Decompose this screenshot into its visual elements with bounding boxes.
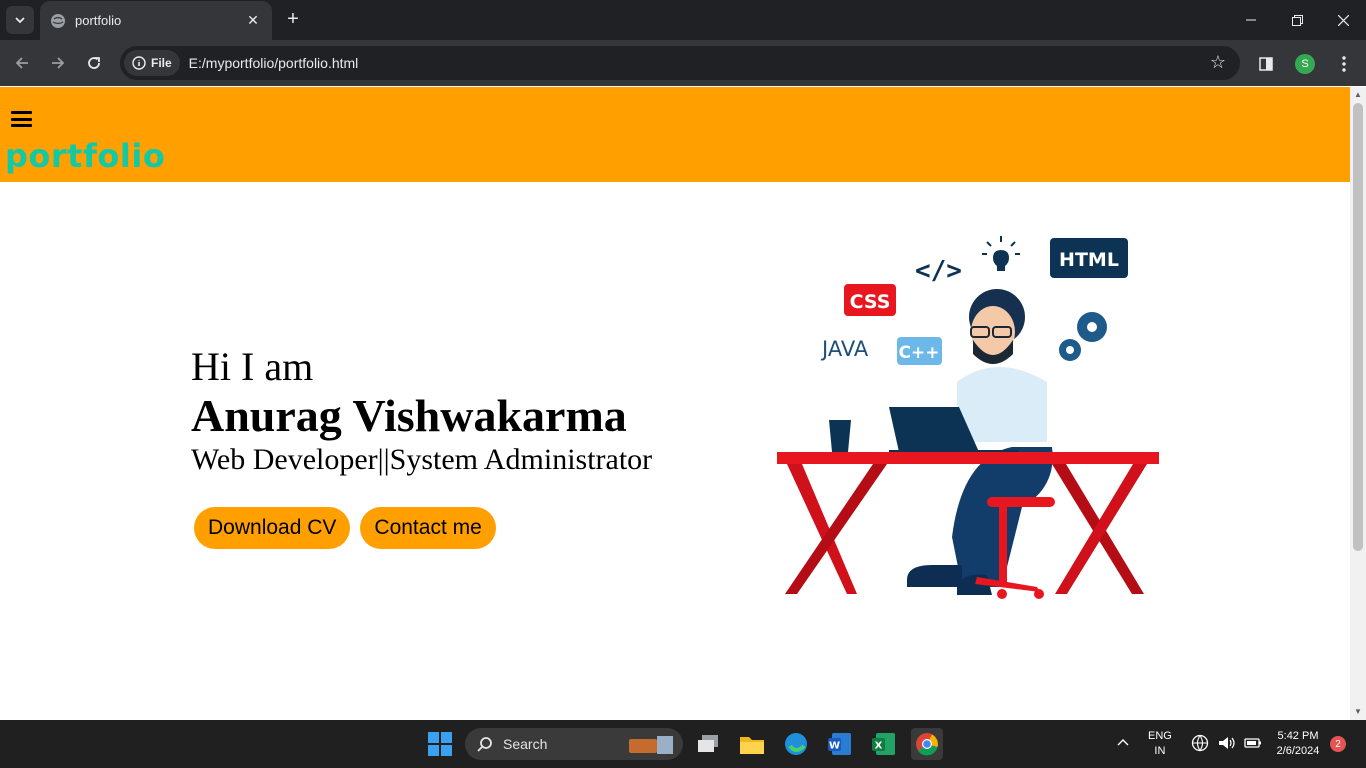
bookmark-star-icon[interactable]: ☆	[1210, 52, 1226, 73]
chevron-up-icon	[1117, 739, 1129, 746]
arrow-left-icon	[15, 57, 28, 69]
taskbar-search[interactable]: Search	[465, 728, 683, 760]
arrow-right-icon	[52, 57, 65, 69]
chip-label: File	[151, 56, 172, 70]
developer-illustration: </> HTML CSS JAVA C++	[777, 236, 1159, 599]
search-icon	[477, 737, 492, 752]
restore-icon	[1291, 14, 1303, 26]
language-indicator[interactable]: ENG IN	[1148, 729, 1172, 759]
avatar: S	[1295, 54, 1315, 74]
address-bar[interactable]: File E:/myportfolio/portfolio.html ☆	[120, 46, 1240, 80]
new-tab-button[interactable]: +	[282, 9, 304, 31]
java-label: JAVA	[820, 337, 869, 361]
forward-button[interactable]	[45, 50, 71, 76]
side-panel-icon	[1259, 57, 1273, 71]
page-scrollbar[interactable]: ▲ ▼	[1350, 87, 1366, 720]
search-placeholder: Search	[503, 736, 548, 752]
coffee-mug-icon	[829, 420, 851, 452]
word-button[interactable]: W	[824, 728, 856, 760]
globe-icon	[51, 13, 65, 28]
svg-text:W: W	[829, 741, 840, 752]
profile-button[interactable]: S	[1293, 52, 1317, 76]
chrome-icon	[916, 733, 938, 756]
html-badge-label: HTML	[1059, 249, 1119, 271]
download-cv-button[interactable]: Download CV	[194, 507, 351, 549]
show-hidden-icons-button[interactable]	[1117, 736, 1129, 751]
hamburger-menu-icon[interactable]	[11, 111, 32, 127]
hero-buttons: Download CV Contact me	[194, 507, 496, 549]
tab-search-button[interactable]	[6, 6, 34, 34]
code-brackets-label: </>	[915, 256, 962, 286]
excel-icon: X	[872, 733, 895, 755]
windows-logo-icon	[428, 732, 452, 756]
volume-icon	[1219, 737, 1235, 749]
clock-time: 5:42 PM	[1277, 730, 1319, 742]
url-text[interactable]: E:/myportfolio/portfolio.html	[189, 55, 359, 71]
reload-icon	[88, 57, 100, 69]
scroll-down-arrow-icon[interactable]: ▼	[1353, 707, 1363, 717]
system-tray-icons[interactable]	[1191, 734, 1263, 752]
restore-button[interactable]	[1274, 0, 1320, 40]
browser-toolbar: File E:/myportfolio/portfolio.html ☆ S	[0, 40, 1366, 86]
edge-icon	[785, 733, 807, 755]
back-button[interactable]	[9, 50, 35, 76]
network-globe-icon	[1191, 734, 1209, 752]
close-window-button[interactable]	[1320, 0, 1366, 40]
info-icon	[132, 56, 146, 70]
page-viewport: portfolio Hi I am Anurag Vishwakarma Web…	[0, 87, 1350, 720]
scroll-up-arrow-icon[interactable]: ▲	[1353, 90, 1363, 100]
light-bulb-icon	[982, 236, 1020, 271]
region-code: IN	[1154, 745, 1166, 757]
browser-tab-bar: portfolio ✕ +	[0, 0, 1366, 40]
chrome-button[interactable]	[911, 728, 943, 760]
minimize-icon	[1246, 19, 1256, 21]
gears-icon	[1059, 312, 1107, 361]
folder-icon	[740, 737, 764, 754]
battery-icon	[1244, 738, 1261, 748]
css-badge-label: CSS	[850, 291, 891, 313]
minimize-button[interactable]	[1228, 0, 1274, 40]
reload-button[interactable]	[81, 50, 107, 76]
file-explorer-button[interactable]	[736, 728, 768, 760]
task-view-button[interactable]	[692, 728, 724, 760]
close-tab-icon[interactable]: ✕	[244, 12, 262, 30]
close-icon	[1337, 14, 1349, 26]
chevron-down-icon	[15, 17, 25, 24]
site-info-chip[interactable]: File	[124, 50, 180, 76]
excel-button[interactable]: X	[868, 728, 900, 760]
scrollbar-thumb[interactable]	[1353, 103, 1363, 551]
windows-taskbar: Search W X ENG IN 5:42 PM 2/6/2024 2	[0, 720, 1366, 768]
cpp-badge-label: C++	[899, 343, 940, 363]
browser-tab[interactable]: portfolio ✕	[40, 1, 272, 40]
language-code: ENG	[1148, 730, 1172, 742]
menu-button[interactable]	[1332, 52, 1356, 76]
hero-name: Anurag Vishwakarma	[191, 390, 627, 441]
hero-text: Hi I am Anurag Vishwakarma Web Developer…	[191, 344, 652, 478]
edge-button[interactable]	[780, 728, 812, 760]
site-logo[interactable]: portfolio	[5, 137, 165, 175]
search-highlight-icon	[629, 736, 673, 754]
svg-text:X: X	[875, 741, 883, 752]
clock[interactable]: 5:42 PM 2/6/2024	[1268, 729, 1328, 759]
more-vertical-icon	[1342, 56, 1346, 72]
contact-me-button[interactable]: Contact me	[360, 507, 496, 549]
word-icon: W	[828, 733, 851, 755]
clock-date: 2/6/2024	[1276, 745, 1320, 757]
hero-greeting: Hi I am	[191, 344, 314, 389]
site-header: portfolio	[0, 87, 1350, 182]
task-view-icon	[698, 735, 718, 752]
start-button[interactable]	[424, 728, 456, 760]
hero-role: Web Developer||System Administrator	[191, 443, 653, 476]
side-panel-button[interactable]	[1254, 52, 1278, 76]
notification-badge[interactable]: 2	[1330, 736, 1346, 752]
tab-title: portfolio	[75, 13, 122, 28]
